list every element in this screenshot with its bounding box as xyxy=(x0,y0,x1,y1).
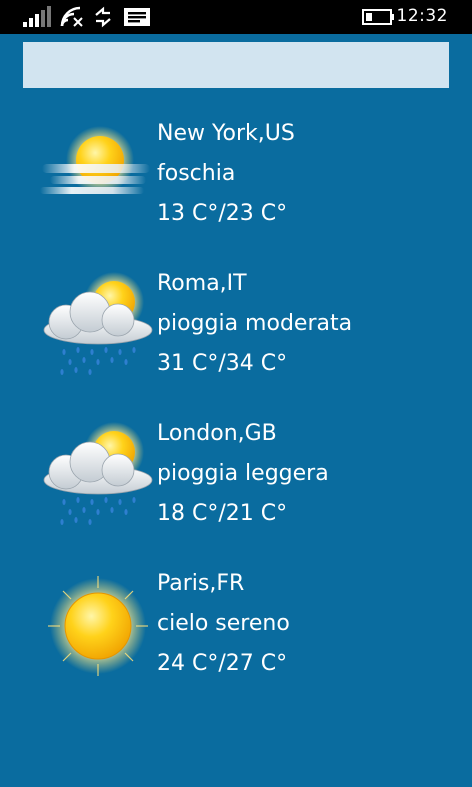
list-item[interactable]: Paris,FR cielo sereno 24 C°/27 C° xyxy=(0,562,472,712)
city-name: Paris,FR xyxy=(157,571,245,596)
city-name: New York,US xyxy=(157,121,295,146)
mist-icon xyxy=(40,126,150,194)
sun-cloud-rain-icon xyxy=(43,422,153,525)
city-list: New York,US foschia 13 C°/23 C° Roma,IT … xyxy=(0,112,472,712)
message-icon xyxy=(124,8,150,26)
sun-cloud-rain-icon xyxy=(43,272,153,375)
temperature-range: 24 C°/27 C° xyxy=(157,651,288,676)
search-input[interactable] xyxy=(23,42,449,88)
status-bar: 12:32 xyxy=(0,0,472,34)
list-item[interactable]: London,GB pioggia leggera 18 C°/21 C° xyxy=(0,412,472,562)
city-name: London,GB xyxy=(157,421,277,446)
weather-description: pioggia moderata xyxy=(157,311,353,336)
weather-description: foschia xyxy=(157,161,236,186)
weather-description: cielo sereno xyxy=(157,611,290,636)
city-name: Roma,IT xyxy=(157,271,247,296)
temperature-range: 18 C°/21 C° xyxy=(157,501,288,526)
signal-icon xyxy=(23,6,51,27)
wifi-icon xyxy=(60,6,83,27)
battery-icon xyxy=(362,9,394,25)
clock: 12:32 xyxy=(396,6,448,26)
data-sense-icon xyxy=(95,6,111,28)
list-item[interactable]: Roma,IT pioggia moderata 31 C°/34 C° xyxy=(0,262,472,412)
weather-description: pioggia leggera xyxy=(157,461,329,486)
temperature-range: 13 C°/23 C° xyxy=(157,201,288,226)
sun-icon xyxy=(48,576,148,676)
list-item[interactable]: New York,US foschia 13 C°/23 C° xyxy=(0,112,472,262)
temperature-range: 31 C°/34 C° xyxy=(157,351,288,376)
